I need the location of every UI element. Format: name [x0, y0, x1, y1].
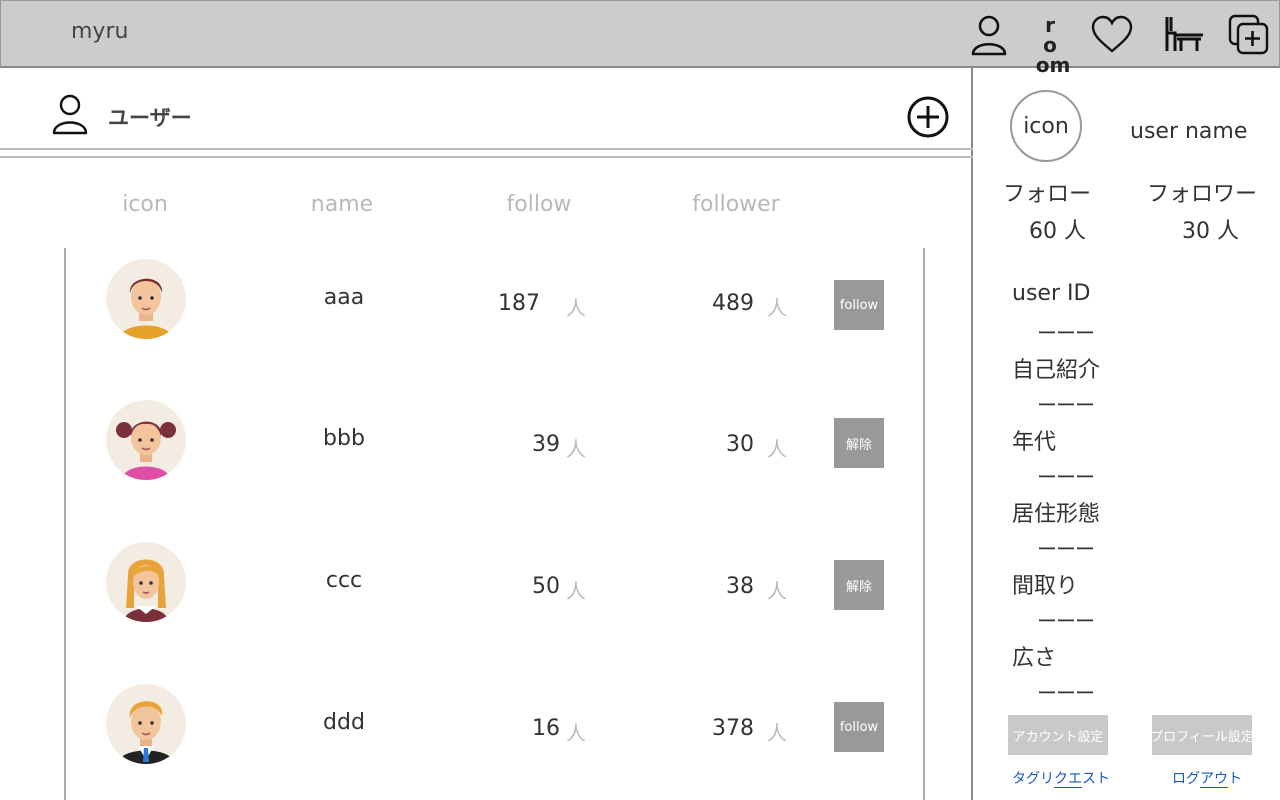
follower-count: 30 — [726, 432, 754, 457]
follower-count: 489 — [712, 291, 754, 316]
field-value-size: ーーー — [1037, 681, 1095, 705]
follower-count: 38 — [726, 574, 754, 599]
unfollow-button[interactable]: 解除 — [834, 418, 884, 468]
field-label-age: 年代 — [1012, 430, 1057, 455]
user-name[interactable]: ccc — [264, 568, 424, 593]
brand-logo[interactable]: myru — [71, 19, 128, 44]
user-list: aaa 187 人 489 人 follow bbb 39 人 30 人 解除 … — [64, 248, 925, 800]
divider — [0, 148, 973, 150]
field-label-size: 広さ — [1012, 646, 1057, 671]
avatar[interactable] — [106, 542, 186, 622]
table-row: ddd 16 人 378 人 follow — [66, 673, 927, 800]
follow-button[interactable]: follow — [834, 702, 884, 752]
follow-button[interactable]: follow — [834, 280, 884, 330]
avatar[interactable] — [106, 400, 186, 480]
logout-text: ログ — [1172, 771, 1200, 787]
field-value-age: ーーー — [1037, 465, 1095, 489]
follow-unit: 人 — [566, 579, 586, 603]
field-value-layout: ーーー — [1037, 609, 1095, 633]
user-name[interactable]: bbb — [264, 426, 424, 451]
follow-count: 16 — [532, 716, 560, 741]
column-header-follow: follow — [506, 192, 572, 217]
furniture-icon[interactable] — [1161, 13, 1205, 57]
follow-value[interactable]: 60 人 — [1029, 213, 1086, 245]
follower-value[interactable]: 30 人 — [1182, 213, 1239, 245]
table-row: aaa 187 人 489 人 follow — [66, 248, 927, 388]
main-panel: ユーザー icon name follow follower aaa 187 人… — [0, 68, 973, 800]
profile-settings-button[interactable]: プロフィール設定 — [1152, 715, 1252, 755]
profile-avatar[interactable]: icon — [1010, 90, 1082, 162]
room-icon-line1: r o — [1043, 13, 1063, 57]
tag-request-text: スト — [1082, 771, 1110, 787]
logout-text: ト — [1228, 771, 1242, 787]
tag-request-text: タグリ — [1012, 771, 1054, 787]
field-value-bio: ーーー — [1037, 393, 1095, 417]
follow-label: フォロー — [1003, 182, 1092, 207]
follower-unit: 人 — [767, 296, 787, 320]
field-label-bio: 自己紹介 — [1012, 358, 1101, 383]
follower-count: 378 — [712, 716, 754, 741]
user-name[interactable]: aaa — [264, 285, 424, 310]
field-label-layout: 間取り — [1012, 574, 1079, 599]
divider — [0, 156, 973, 158]
field-label-housing: 居住形態 — [1012, 502, 1101, 527]
add-user-button[interactable] — [906, 95, 950, 139]
heart-icon[interactable] — [1090, 13, 1134, 57]
column-header-icon: icon — [122, 192, 168, 217]
tag-request-text: クエ — [1054, 771, 1082, 788]
field-label-user-id: user ID — [1012, 281, 1091, 306]
profile-panel: icon user name フォロー 60 人 フォロワー 30 人 user… — [975, 68, 1280, 800]
avatar[interactable] — [106, 259, 186, 339]
follower-unit: 人 — [767, 437, 787, 461]
follow-count: 39 — [532, 432, 560, 457]
add-post-icon[interactable] — [1227, 13, 1271, 57]
plus-circle-icon — [907, 96, 949, 138]
table-row: ccc 50 人 38 人 解除 — [66, 531, 927, 671]
unfollow-button[interactable]: 解除 — [834, 560, 884, 610]
column-header-follower: follower — [692, 192, 780, 217]
section-header: ユーザー — [0, 68, 973, 150]
logout-link[interactable]: ログアウト — [1172, 768, 1242, 788]
follower-unit: 人 — [767, 721, 787, 745]
field-value-user-id: ーーー — [1037, 321, 1095, 345]
field-value-housing: ーーー — [1037, 537, 1095, 561]
follow-unit: 人 — [566, 437, 586, 461]
follow-unit: 人 — [566, 721, 586, 745]
follower-label: フォロワー — [1147, 182, 1258, 207]
profile-user-name: user name — [1130, 119, 1248, 144]
user-name[interactable]: ddd — [264, 710, 424, 735]
user-icon — [50, 93, 90, 137]
table-row: bbb 39 人 30 人 解除 — [66, 389, 927, 529]
follower-unit: 人 — [767, 579, 787, 603]
room-icon[interactable]: r o om — [1031, 13, 1075, 75]
follow-unit: 人 — [566, 296, 586, 320]
page-title: ユーザー — [108, 106, 192, 130]
follow-count: 50 — [532, 574, 560, 599]
tag-request-link[interactable]: タグリクエスト — [1012, 768, 1110, 788]
follow-count: 187 — [498, 291, 540, 316]
account-settings-button[interactable]: アカウント設定 — [1008, 715, 1108, 755]
profile-icon[interactable] — [967, 13, 1011, 57]
column-header-name: name — [310, 192, 374, 217]
logout-text: アウ — [1200, 771, 1228, 788]
top-bar: myru r o om — [0, 0, 1280, 75]
avatar[interactable] — [106, 684, 186, 764]
